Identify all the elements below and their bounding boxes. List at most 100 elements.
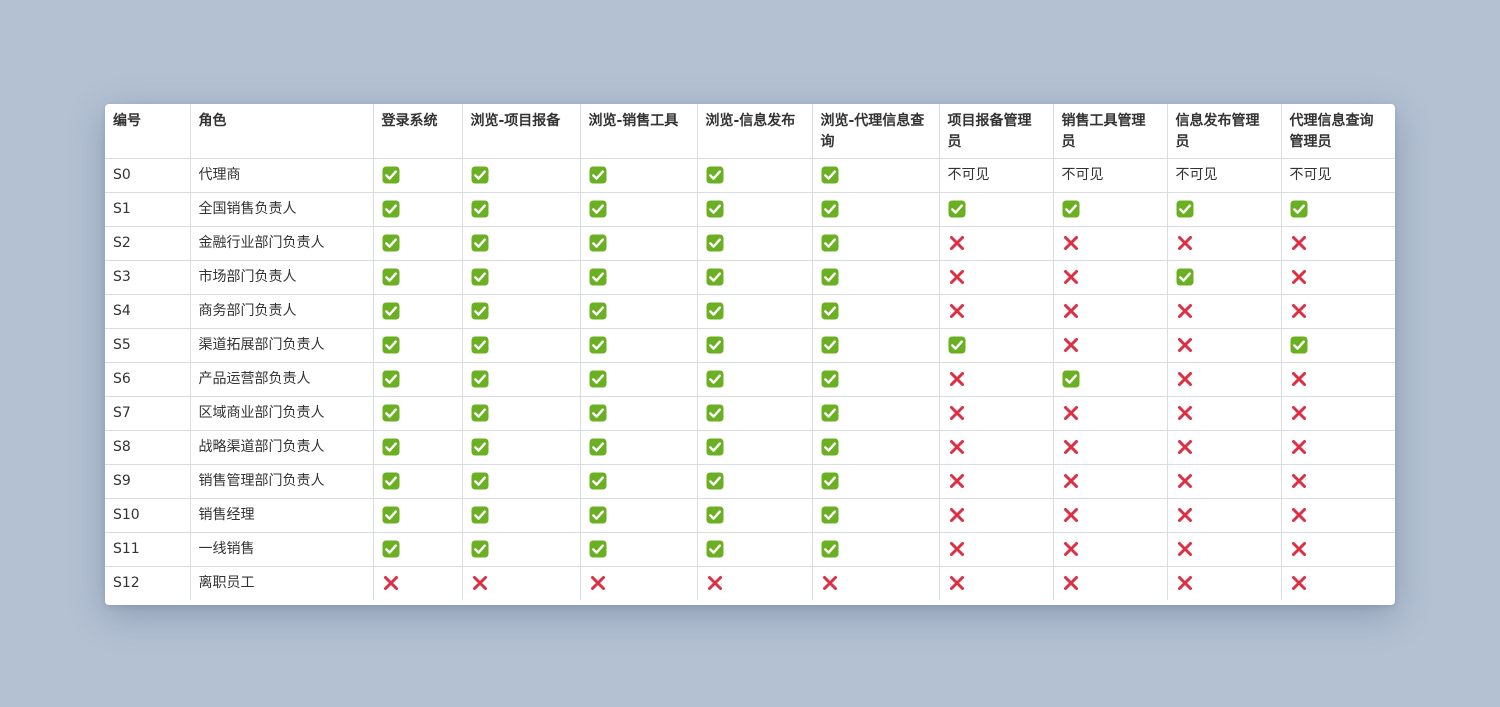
check-mark-icon [706, 506, 723, 524]
check-mark-icon [589, 404, 606, 422]
permission-cell [938, 463, 1054, 499]
permission-cell [1052, 361, 1168, 397]
permission-cell [1052, 463, 1168, 499]
header-row: 编号 角色 登录系统 浏览-项目报备 浏览-销售工具 浏览-信息发布 浏览-代理… [105, 104, 1395, 159]
check-mark-icon [821, 234, 838, 252]
table-row: S9 销售管理部门负责人 [105, 463, 1395, 499]
header-info-publish-admin: 信息发布管理员 [1166, 104, 1282, 159]
row-role-cell: 市场部门负责人 [189, 259, 374, 295]
row-id-cell: S9 [105, 463, 191, 499]
table-row: S2 金融行业部门负责人 [105, 225, 1395, 261]
permission-cell [372, 225, 463, 261]
cross-mark-icon [1177, 236, 1192, 250]
check-mark-icon [589, 268, 606, 286]
check-mark-icon [589, 234, 606, 252]
check-mark-icon [471, 302, 488, 320]
check-mark-icon [948, 200, 965, 218]
cross-mark-icon [1291, 372, 1306, 386]
permission-cell [579, 531, 698, 567]
check-mark-icon [471, 166, 488, 184]
permission-cell [1052, 327, 1168, 363]
cross-mark-icon [949, 440, 964, 454]
cross-mark-icon [383, 576, 398, 591]
permission-cell [811, 293, 940, 329]
permission-cell [696, 361, 813, 397]
check-mark-icon [821, 336, 838, 354]
check-mark-icon [1062, 370, 1079, 388]
check-mark-icon [382, 302, 399, 320]
cross-mark-icon [1291, 542, 1306, 556]
check-mark-icon [471, 404, 488, 422]
permission-cell [579, 497, 698, 533]
check-mark-icon [706, 370, 723, 388]
permission-cell [1280, 293, 1395, 329]
permission-cell: 不可见 [1052, 157, 1168, 193]
check-mark-icon [589, 540, 606, 558]
row-role-cell: 代理商 [189, 157, 374, 193]
cross-mark-icon [822, 576, 837, 591]
permission-cell [461, 429, 581, 465]
header-id: 编号 [105, 104, 191, 159]
permission-cell [938, 327, 1054, 363]
permission-cell [696, 293, 813, 329]
permission-cell [1166, 361, 1282, 397]
permission-cell [1166, 293, 1282, 329]
check-mark-icon [471, 472, 488, 490]
check-mark-icon [471, 234, 488, 252]
permission-cell [811, 259, 940, 295]
cross-mark-icon [949, 236, 964, 250]
check-mark-icon [706, 302, 723, 320]
permission-cell [938, 565, 1054, 600]
check-mark-icon [589, 200, 606, 218]
row-role-cell: 离职员工 [189, 565, 374, 600]
check-mark-icon [821, 268, 838, 286]
check-mark-icon [589, 438, 606, 456]
permission-table: 编号 角色 登录系统 浏览-项目报备 浏览-销售工具 浏览-信息发布 浏览-代理… [105, 104, 1395, 600]
permission-cell [696, 157, 813, 193]
permission-cell [579, 395, 698, 431]
permission-cell [1280, 327, 1395, 363]
row-role-cell: 金融行业部门负责人 [189, 225, 374, 261]
cross-mark-icon [949, 576, 964, 591]
permission-cell [372, 531, 463, 567]
permission-cell [579, 191, 698, 227]
permission-cell [938, 191, 1054, 227]
cross-mark-icon [1291, 236, 1306, 250]
permission-cell [579, 565, 698, 600]
permission-cell [461, 565, 581, 600]
cross-mark-icon [1063, 440, 1078, 454]
permission-cell [696, 463, 813, 499]
permission-cell [461, 361, 581, 397]
row-role-cell: 区域商业部门负责人 [189, 395, 374, 431]
permission-cell [938, 225, 1054, 261]
check-mark-icon [706, 540, 723, 558]
cross-mark-icon [949, 304, 964, 318]
permission-cell [696, 565, 813, 600]
cross-mark-icon [949, 508, 964, 522]
permission-cell [579, 327, 698, 363]
header-sales-tools-admin: 销售工具管理员 [1052, 104, 1168, 159]
permission-cell [372, 259, 463, 295]
check-mark-icon [821, 472, 838, 490]
check-mark-icon [382, 200, 399, 218]
permission-cell [938, 361, 1054, 397]
check-mark-icon [821, 166, 838, 184]
cross-mark-icon [1063, 338, 1078, 352]
permission-cell [372, 395, 463, 431]
permission-cell [811, 429, 940, 465]
cross-mark-icon [949, 542, 964, 556]
permission-cell [696, 395, 813, 431]
header-login: 登录系统 [372, 104, 463, 159]
row-id-cell: S1 [105, 191, 191, 227]
check-mark-icon [821, 370, 838, 388]
check-mark-icon [1290, 336, 1307, 354]
permission-cell [811, 395, 940, 431]
permission-cell [372, 565, 463, 600]
permission-cell [461, 327, 581, 363]
check-mark-icon [821, 302, 838, 320]
row-role-cell: 销售经理 [189, 497, 374, 533]
row-role-cell: 全国销售负责人 [189, 191, 374, 227]
table-row: S11 一线销售 [105, 531, 1395, 567]
permission-cell [1280, 497, 1395, 533]
row-id-cell: S8 [105, 429, 191, 465]
